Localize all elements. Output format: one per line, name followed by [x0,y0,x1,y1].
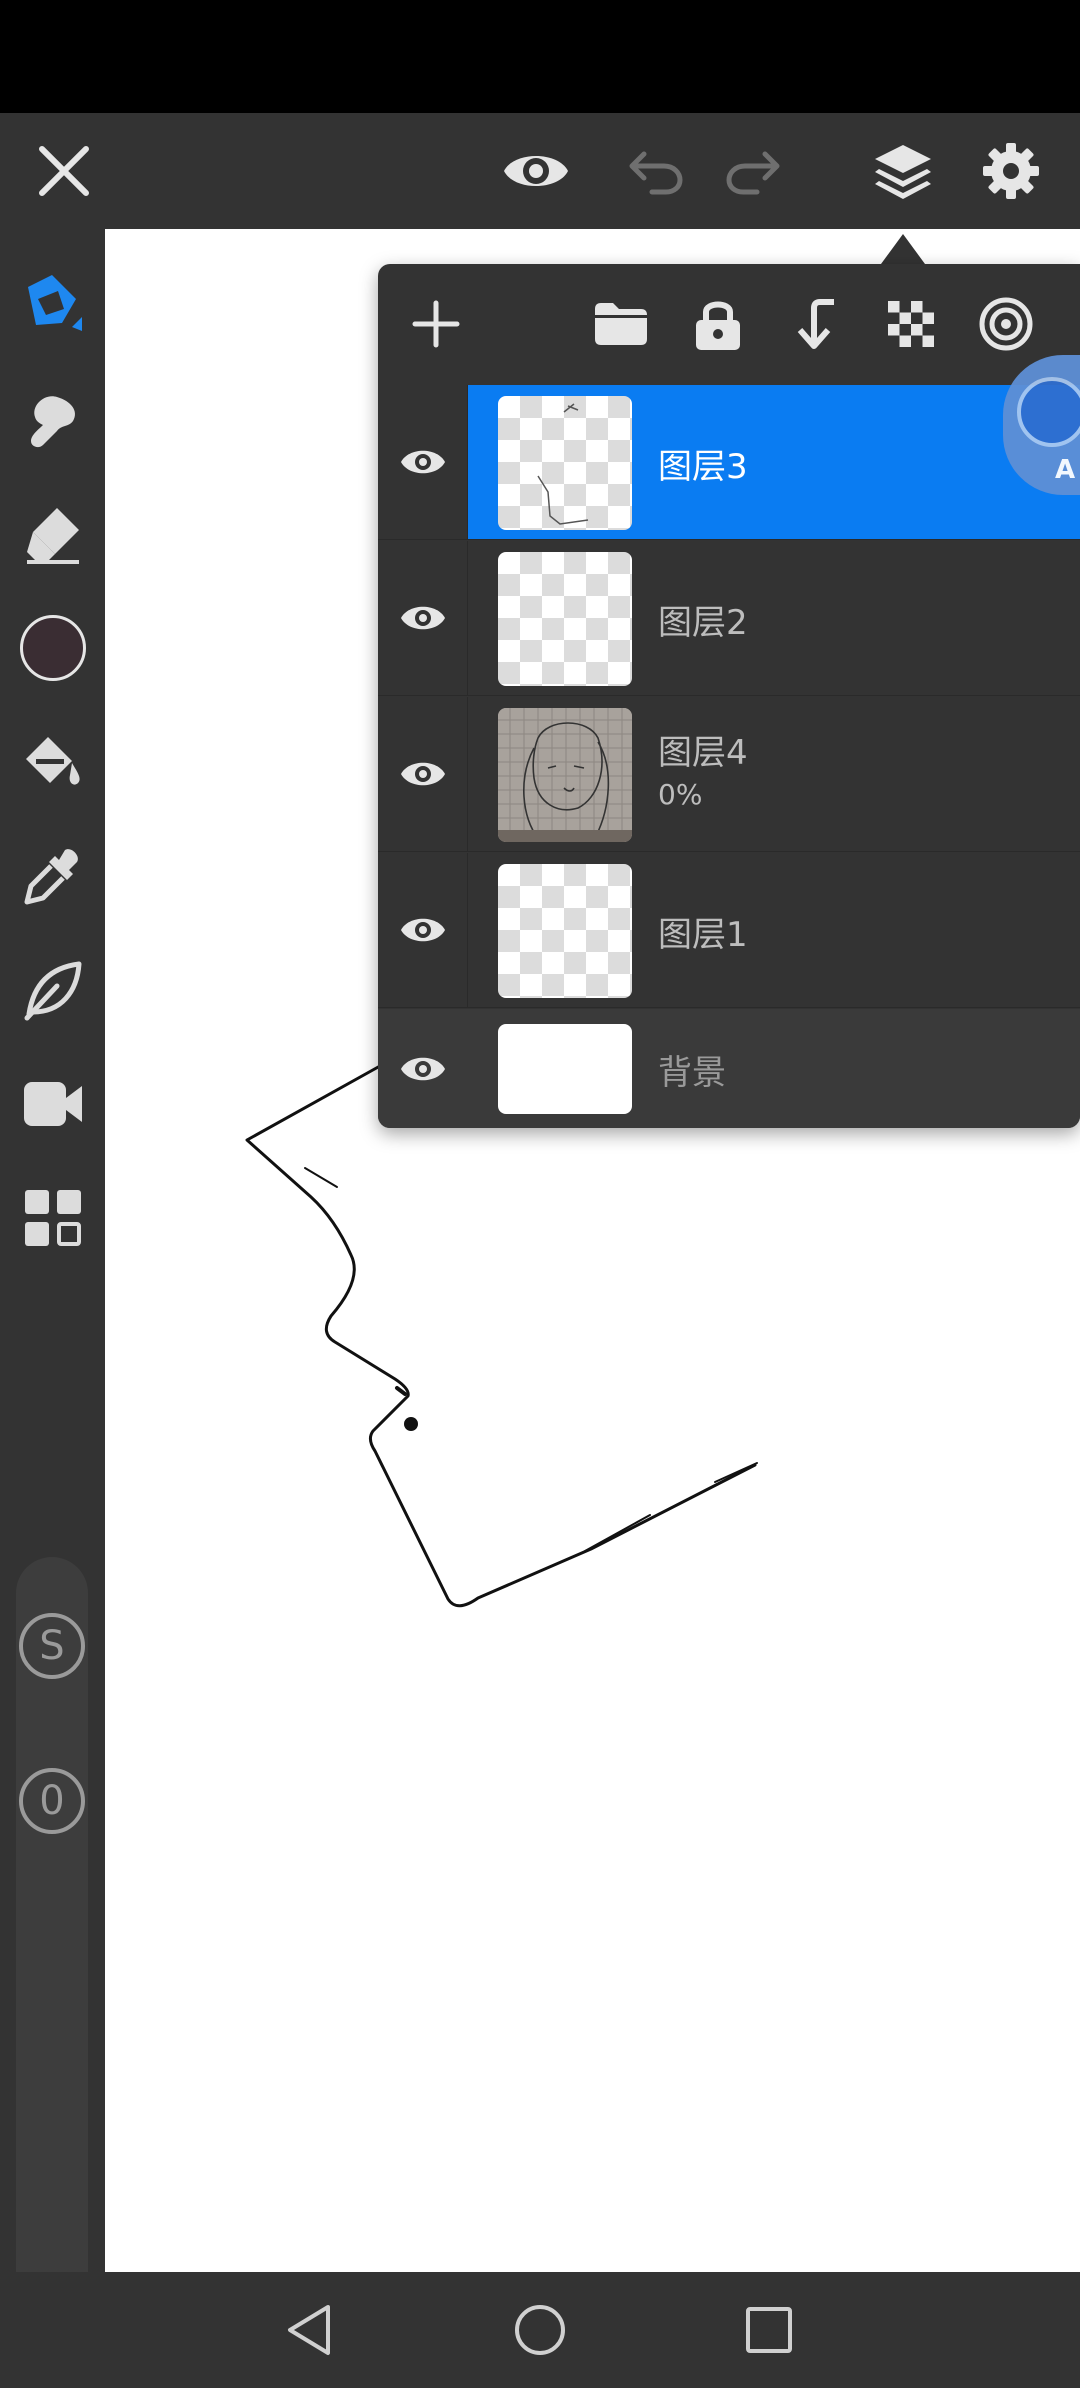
eyedropper-icon [24,849,78,905]
visibility-toggle[interactable] [378,385,468,539]
background-color-thumbnail [498,1024,632,1114]
transparency-lock-button[interactable] [871,284,951,364]
layer-name: 背景 [658,1053,726,1093]
layers-panel-toolbar [378,264,1080,384]
layer-opacity: 0% [658,778,703,811]
visibility-toggle[interactable] [378,1009,468,1128]
folder-icon [595,303,647,345]
layer-name: 图层3 [658,447,748,487]
pen-tool[interactable] [0,254,105,354]
opacity-indicator[interactable]: 0 [19,1768,85,1834]
undo-button[interactable] [606,113,706,229]
tool-sidebar: S 0 [0,229,105,2357]
layer-row-layer3[interactable]: 图层3 [378,385,1080,540]
fill-bucket-icon [25,737,80,785]
eye-icon [400,762,445,786]
blend-mode-button[interactable] [966,284,1046,364]
eye-icon [401,1057,445,1080]
add-layer-icon [412,300,460,348]
status-bar [0,0,1080,113]
eye-icon [400,606,445,630]
layer-name: 图层1 [658,915,748,955]
recents-button[interactable] [719,2272,819,2388]
fill-tool[interactable] [0,712,105,812]
assistant-icon [1017,377,1080,447]
new-folder-button[interactable] [581,284,661,364]
smudge-icon [30,396,75,448]
layer-row-layer4[interactable]: 图层4 0% [378,697,1080,852]
preview-eye-icon [504,156,568,186]
transparency-checker-icon [888,301,934,347]
video-camera-icon [23,1082,82,1126]
lock-icon [696,301,740,350]
smudge-tool[interactable] [0,369,105,469]
home-button[interactable] [490,2272,590,2388]
undo-icon [629,151,683,195]
layer-row-layer2[interactable]: 图层2 [378,541,1080,696]
close-icon [39,146,89,196]
layers-icon [875,145,931,199]
leaf-icon [24,961,81,1021]
eye-icon [400,918,445,942]
eraser-tool[interactable] [0,484,105,584]
eyedropper-tool[interactable] [0,826,105,926]
lock-layer-button[interactable] [678,284,758,364]
layer-thumbnail [498,864,632,998]
system-navigation-bar [0,2272,1080,2388]
visibility-toggle[interactable] [378,697,468,851]
layers-button[interactable] [853,113,953,229]
grid-apps-icon [24,1190,81,1246]
pen-icon [27,275,82,331]
layer-row-layer1[interactable]: 图层1 [378,853,1080,1008]
blend-mode-icon [979,297,1033,351]
eraser-icon [26,508,79,564]
visibility-toggle[interactable] [378,541,468,695]
layer-thumbnail-photo [498,708,632,842]
close-button[interactable] [14,113,114,229]
color-picker-swatch[interactable] [0,598,105,698]
layer-name: 图层4 [658,733,748,773]
top-toolbar [0,113,1080,229]
vector-tool[interactable] [0,940,105,1040]
recents-icon [746,2307,792,2353]
settings-button[interactable] [961,113,1061,229]
home-icon [515,2305,565,2355]
stabilizer-indicator[interactable]: S [19,1613,85,1679]
record-video-tool[interactable] [0,1054,105,1154]
visibility-toggle[interactable] [378,853,468,1007]
back-button[interactable] [259,2272,359,2388]
layers-panel-pointer [881,234,925,264]
add-layer-button[interactable] [396,284,476,364]
back-icon [288,2305,330,2355]
merge-down-icon [797,299,834,349]
current-color-swatch [19,615,86,681]
more-tools[interactable] [0,1168,105,1268]
eye-icon [400,450,445,474]
settings-gear-icon [983,143,1039,199]
layer-thumbnail [498,552,632,686]
merge-down-button[interactable] [775,284,855,364]
preview-button[interactable] [486,113,586,229]
layer-row-background[interactable]: 背景 [378,1009,1080,1128]
redo-icon [726,151,780,195]
layer-thumbnail [498,396,632,530]
layers-panel: 图层3 图层2 图层4 0% 图层1 背景 [378,264,1080,1128]
layer-name: 图层2 [658,603,748,643]
redo-button[interactable] [703,113,803,229]
